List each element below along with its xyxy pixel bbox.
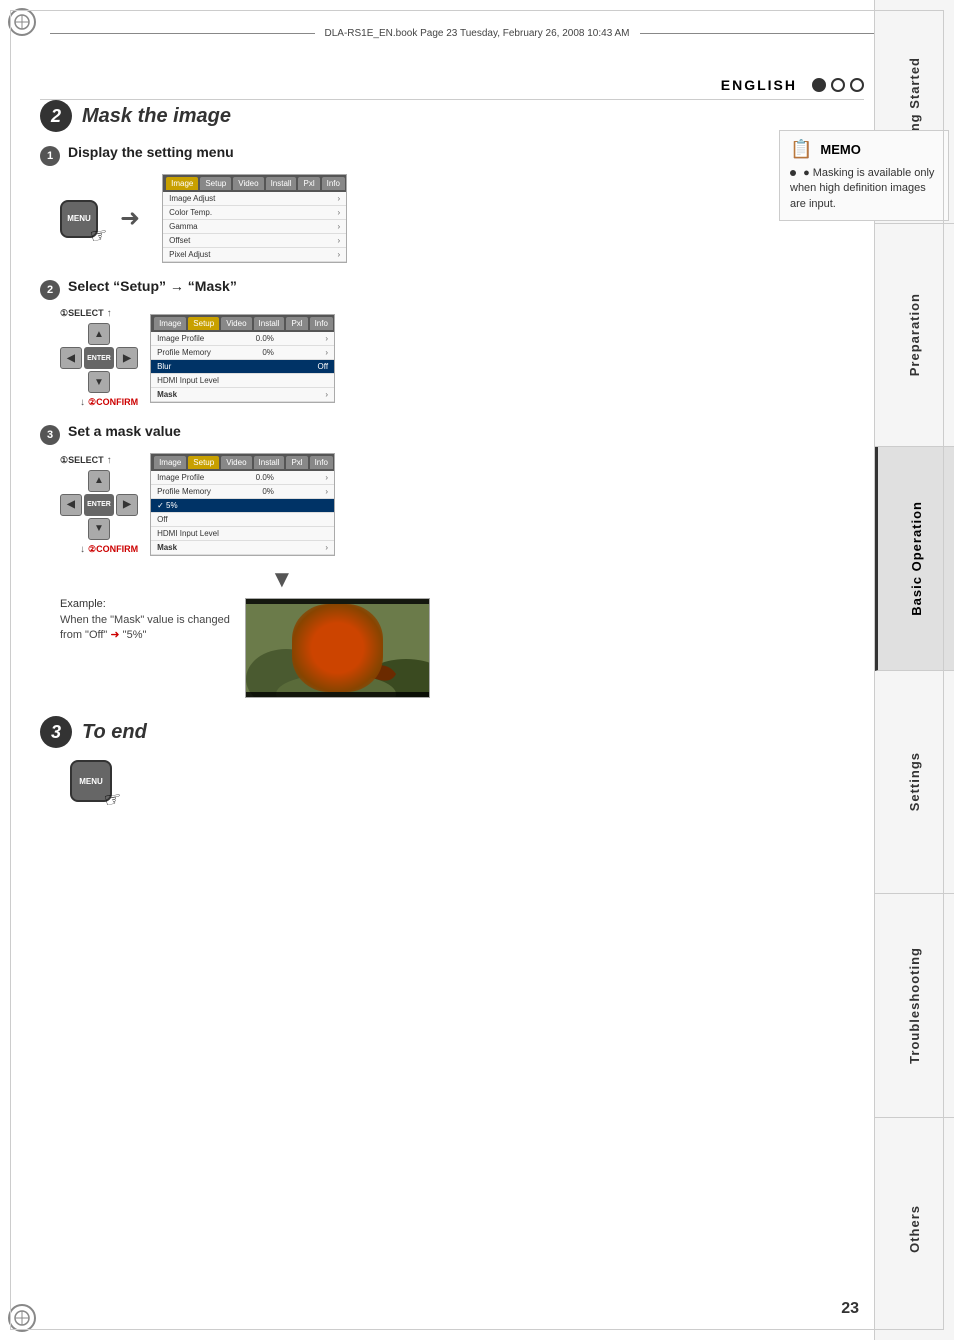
main-content: 2 Mask the image 1 Display the setting m… <box>40 100 859 1300</box>
step2-area: 2 Select “Setup” → “Mask” ①SELECT ↑ ▲ <box>40 278 859 408</box>
memo-box: 📋 MEMO ● Masking is available only when … <box>779 130 949 221</box>
page-number: 23 <box>841 1300 859 1318</box>
dpad-up: ▲ <box>88 323 110 345</box>
sub-step-title-2: Select “Setup” → “Mask” <box>68 278 237 294</box>
to-end-heading: To end <box>82 721 147 744</box>
dpad-illus-step3: ①SELECT ↑ ▲ ◀ ENTER ▶ <box>60 455 138 555</box>
to-end-illustration: MENU ☞ <box>70 760 859 802</box>
memo-title: MEMO <box>820 142 860 157</box>
sidebar-item-troubleshooting: Troubleshooting <box>875 894 954 1118</box>
hand-icon: ☞ <box>88 221 110 249</box>
confirm-label-step3: ②CONFIRM <box>88 544 138 555</box>
dot-3 <box>850 78 864 92</box>
language-label: ENGLISH <box>721 77 797 93</box>
dpad-illus-step2: ①SELECT ↑ ▲ ◀ ENTER ▶ <box>60 308 138 408</box>
dpad-up-3: ▲ <box>88 470 110 492</box>
bullet-dot <box>790 170 796 176</box>
step2-illustration: ①SELECT ↑ ▲ ◀ ENTER ▶ <box>60 308 859 408</box>
menu-row2-hdmi: HDMI Input Level <box>151 374 334 388</box>
confirm-label-step2: ②CONFIRM <box>88 397 138 408</box>
to-end-circle: 3 <box>40 716 72 748</box>
dpad-left-3: ◀ <box>60 494 82 516</box>
dpad-right: ▶ <box>116 347 138 369</box>
sub-step-num-1: 1 <box>40 146 60 166</box>
menu-row3-img-profile: Image Profile0.0%› <box>151 471 334 485</box>
sub-step-2-header: 2 Select “Setup” → “Mask” <box>40 278 859 300</box>
menu-row-image-adjust: Image Adjust› <box>163 192 346 206</box>
menu-row3-hdmi: HDMI Input Level <box>151 527 334 541</box>
sub-step-title-1: Display the setting menu <box>68 144 234 160</box>
sub-step-3-header: 3 Set a mask value <box>40 423 859 445</box>
sub-step-title-3: Set a mask value <box>68 423 181 439</box>
corner-circle-tl <box>8 8 36 36</box>
example-text: When the "Mask" value is changedfrom "Of… <box>60 613 230 644</box>
example-section: Example: When the "Mask" value is change… <box>60 598 859 698</box>
dot-2 <box>831 78 845 92</box>
sidebar-item-others: Others <box>875 1118 954 1340</box>
step1-arrow: ➜ <box>120 204 140 233</box>
menu-row-pixel-adjust: Pixel Adjust› <box>163 248 346 262</box>
to-end-section: 3 To end MENU ☞ <box>40 716 859 802</box>
to-end-title: 3 To end <box>40 716 859 748</box>
language-dots <box>812 78 864 92</box>
example-label: Example: <box>60 598 230 610</box>
top-meta-bar: DLA-RS1E_EN.book Page 23 Tuesday, Februa… <box>50 28 904 39</box>
example-text-block: Example: When the "Mask" value is change… <box>60 598 230 644</box>
select-label-step3: ①SELECT <box>60 455 104 466</box>
dpad-step3: ▲ ◀ ENTER ▶ ▼ <box>60 470 138 540</box>
sidebar-item-basic-operation: Basic Operation <box>875 447 954 671</box>
dpad-enter: ENTER <box>84 347 114 369</box>
memo-icon: 📋 <box>790 139 812 160</box>
menu-mockup-step1: Image Setup Video Install Pxl Info Image… <box>162 174 347 263</box>
memo-text: ● Masking is available only when high de… <box>790 166 938 212</box>
header-bar: ENGLISH <box>40 70 864 100</box>
animal-photo <box>245 598 430 698</box>
menu-row3-5pct: ✓ 5% <box>151 499 334 513</box>
menu-mockup-step2: Image Setup Video Install Pxl Info Image… <box>150 314 335 403</box>
menu-row-offset: Offset› <box>163 234 346 248</box>
menu-row2-profile-mem: Profile Memory0%› <box>151 346 334 360</box>
dpad-left: ◀ <box>60 347 82 369</box>
step3-area: 3 Set a mask value ①SELECT ↑ ▲ ◀ <box>40 423 859 698</box>
select-label-step2: ①SELECT <box>60 308 104 319</box>
dpad-down-3: ▼ <box>88 518 110 540</box>
sub-step-num-2: 2 <box>40 280 60 300</box>
main-step-circle: 2 <box>40 100 72 132</box>
step3-illustration: ①SELECT ↑ ▲ ◀ ENTER ▶ <box>60 453 859 556</box>
menu-row-color-temp: Color Temp.› <box>163 206 346 220</box>
main-step-title: Mask the image <box>82 105 231 128</box>
dpad-right-3: ▶ <box>116 494 138 516</box>
menu-row-gamma: Gamma› <box>163 220 346 234</box>
corner-circle-bl <box>8 1304 36 1332</box>
sub-step-1-header: 1 Display the setting menu <box>40 144 859 166</box>
menu-row2-mask: Mask› <box>151 388 334 402</box>
menu-row2-blur: BlurOff <box>151 360 334 374</box>
menu-row3-profile-mem: Profile Memory0%› <box>151 485 334 499</box>
dpad-step2: ▲ ◀ ENTER ▶ ▼ <box>60 323 138 393</box>
menu-button-illus: MENU ☞ <box>60 200 98 238</box>
menu-mockup-step3: Image Setup Video Install Pxl Info Image… <box>150 453 335 556</box>
memo-title-row: 📋 MEMO <box>790 139 938 160</box>
step1-illustration: MENU ☞ ➜ Image Setup Video Install Pxl I… <box>60 174 859 263</box>
dpad-enter-3: ENTER <box>84 494 114 516</box>
menu-row3-mask: Mask› <box>151 541 334 555</box>
sub-step-num-3: 3 <box>40 425 60 445</box>
menu-row2-img-profile: Image Profile0.0%› <box>151 332 334 346</box>
step1-area: 1 Display the setting menu MENU ☞ ➜ Imag… <box>40 144 859 263</box>
menu-row3-off: Off <box>151 513 334 527</box>
meta-text: DLA-RS1E_EN.book Page 23 Tuesday, Februa… <box>325 28 630 39</box>
hand-icon-end: ☞ <box>102 786 124 814</box>
dot-1 <box>812 78 826 92</box>
dpad-down: ▼ <box>88 371 110 393</box>
down-arrow: ▼ <box>270 566 859 594</box>
main-section-title: 2 Mask the image <box>40 100 859 132</box>
sidebar-item-settings: Settings <box>875 671 954 895</box>
sidebar-item-preparation: Preparation <box>875 224 954 448</box>
